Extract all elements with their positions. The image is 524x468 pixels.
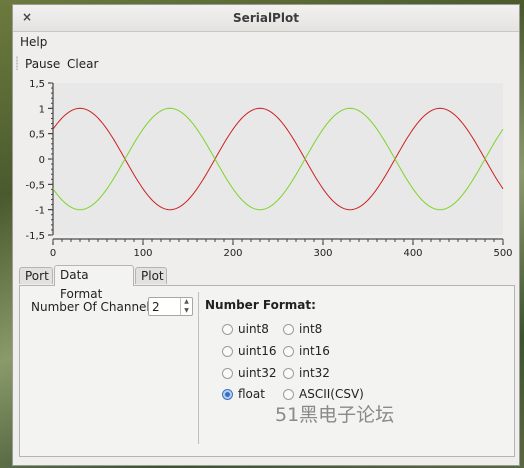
radio-button[interactable] — [222, 368, 233, 379]
radio-button-selected[interactable] — [222, 389, 233, 400]
menu-bar: Help — [13, 32, 519, 52]
channels-value[interactable]: 2 — [152, 300, 160, 314]
y-tick-label: 0,5 — [29, 130, 45, 141]
x-tick-label: 500 — [493, 248, 512, 259]
line-chart: 1,5 1 0,5 0 -0,5 -1 -1,5 0 100 200 300 400 500 — [25, 79, 512, 259]
radio-button[interactable] — [222, 346, 233, 357]
title-bar: × SerialPlot — [13, 5, 519, 32]
radio-button[interactable] — [222, 324, 233, 335]
toolbar: Pause Clear — [13, 52, 519, 74]
radio-label: uint32 — [238, 366, 277, 380]
radio-button[interactable] — [283, 346, 294, 357]
radio-label: uint8 — [238, 322, 269, 336]
radio-label: int16 — [299, 344, 330, 358]
data-format-panel: Number Of Channels: 2 ▲ ▼ Number Format:… — [19, 285, 515, 457]
y-tick-label: -0,5 — [25, 180, 45, 191]
menu-help[interactable]: Help — [20, 35, 47, 49]
panel-divider — [198, 292, 199, 444]
plot-canvas — [53, 83, 503, 235]
plot-area: 1,5 1 0,5 0 -0,5 -1 -1,5 0 100 200 300 400 500 — [13, 75, 521, 273]
y-tick-label: 1,5 — [29, 79, 45, 90]
spin-up-icon[interactable]: ▲ — [181, 298, 192, 306]
radio-label: int8 — [299, 322, 323, 336]
tab-bar: Port Data Format Plot — [19, 265, 519, 301]
serialplot-window: × SerialPlot Help Pause Clear 1,5 1 0,5 0 -0… — [12, 4, 520, 466]
pause-button[interactable]: Pause — [25, 57, 60, 71]
y-tick-label: 1 — [39, 104, 45, 115]
tab-plot[interactable]: Plot — [135, 267, 167, 284]
clear-button[interactable]: Clear — [67, 57, 98, 71]
watermark: 51黑电子论坛 — [275, 404, 395, 426]
y-tick-label: -1 — [35, 206, 45, 217]
tab-port[interactable]: Port — [19, 267, 53, 284]
radio-label: uint16 — [238, 344, 277, 358]
spin-arrows: ▲ ▼ — [180, 298, 192, 315]
radio-button[interactable] — [283, 389, 294, 400]
y-tick-label: -1,5 — [25, 231, 45, 242]
radio-label: ASCII(CSV) — [299, 387, 364, 401]
channels-spinbox[interactable]: 2 ▲ ▼ — [148, 297, 193, 316]
x-tick-label: 300 — [313, 248, 332, 259]
y-tick-label: 0 — [39, 155, 45, 166]
toolbar-grip-icon[interactable] — [16, 56, 18, 70]
x-tick-label: 200 — [223, 248, 242, 259]
radio-button[interactable] — [283, 324, 294, 335]
spin-down-icon[interactable]: ▼ — [181, 307, 192, 315]
number-format-title: Number Format: — [205, 298, 316, 312]
window-title: SerialPlot — [233, 11, 299, 25]
x-tick-label: 100 — [133, 248, 152, 259]
tab-data-format[interactable]: Data Format — [54, 265, 134, 301]
radio-label: int32 — [299, 366, 330, 380]
radio-button[interactable] — [283, 368, 294, 379]
x-tick-label: 0 — [50, 248, 56, 259]
x-tick-label: 400 — [403, 248, 422, 259]
radio-label: float — [238, 387, 265, 401]
